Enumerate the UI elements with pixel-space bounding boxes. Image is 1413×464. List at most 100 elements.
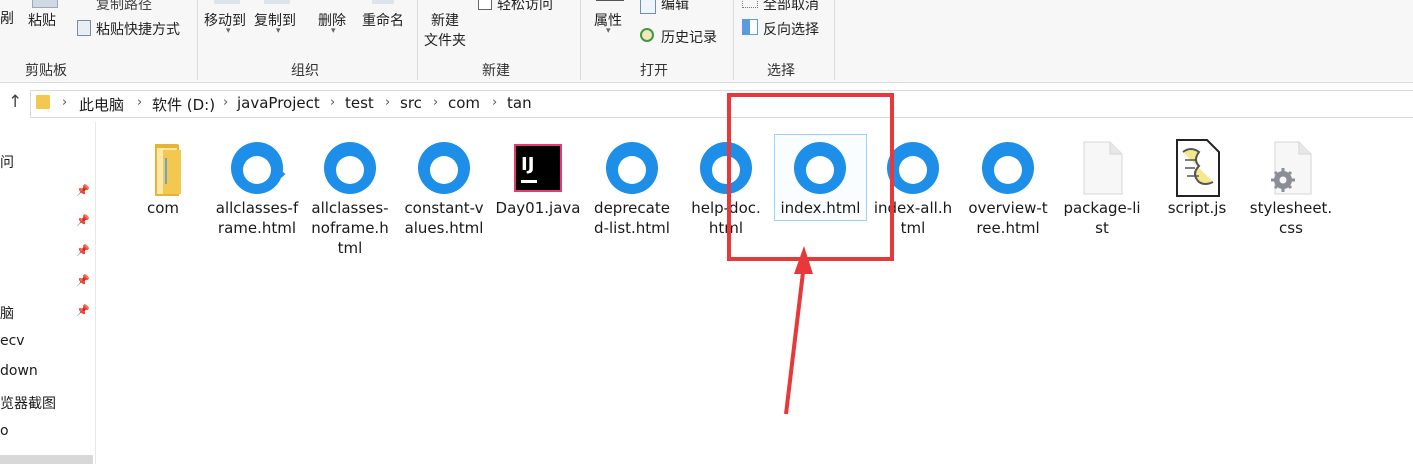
css-file-icon xyxy=(1271,141,1312,195)
pin-icon[interactable]: 📌 xyxy=(76,244,90,257)
file-name: allclasses-f rame.html xyxy=(215,199,299,237)
copy-to-icon xyxy=(264,0,290,4)
blank-file-icon xyxy=(1083,141,1123,195)
pin-icon[interactable]: 📌 xyxy=(76,274,90,287)
easy-access-checkbox-icon[interactable] xyxy=(478,0,492,10)
paste-shortcut-button[interactable]: 粘贴快捷方式 xyxy=(96,19,180,39)
invert-selection-icon xyxy=(742,19,758,35)
new-folder-button[interactable]: 新建 xyxy=(431,10,459,30)
file-item-constant-values[interactable]: constant-v alues.html xyxy=(398,134,490,264)
select-group-label: 选择 xyxy=(767,63,795,79)
chevron-right-icon[interactable]: › xyxy=(137,95,142,110)
file-name: Day01.java xyxy=(495,199,581,217)
folder-small-icon xyxy=(36,95,50,109)
folder-icon xyxy=(155,144,181,196)
file-name: package-li st xyxy=(1063,199,1141,237)
chevron-right-icon[interactable]: › xyxy=(433,95,438,110)
file-item-com[interactable]: com xyxy=(117,134,209,264)
breadcrumb-javaproject[interactable]: javaProject xyxy=(237,94,320,112)
edit-icon xyxy=(640,0,656,14)
ribbon-separator xyxy=(417,0,418,80)
file-name: script.js xyxy=(1167,199,1227,217)
chevron-right-icon[interactable]: › xyxy=(492,95,497,110)
pin-icon[interactable]: 📌 xyxy=(76,214,90,227)
breadcrumb-tan[interactable]: tan xyxy=(507,94,532,112)
pin-icon[interactable]: 📌 xyxy=(76,304,90,317)
ribbon: 剐 粘贴 复制路径 粘贴快捷方式 剪贴板 移动到 ▾ 复制到 ▾ 删除 ▾ 重命… xyxy=(0,0,1413,83)
browser-html-icon xyxy=(231,142,286,194)
chevron-right-icon[interactable]: › xyxy=(330,95,335,110)
nav-item[interactable]: down xyxy=(0,363,38,379)
file-item-allclasses-noframe[interactable]: allclasses- noframe.h tml xyxy=(304,134,396,264)
move-to-dropdown-icon[interactable]: ▾ xyxy=(226,26,231,36)
paste-button[interactable]: 粘贴 xyxy=(28,10,56,30)
copy-path-button[interactable]: 复制路径 xyxy=(96,0,152,14)
file-name: stylesheet. css xyxy=(1249,199,1333,237)
paste-shortcut-icon xyxy=(77,20,91,36)
breadcrumb-src[interactable]: src xyxy=(400,94,422,112)
annotation-arrow-icon xyxy=(784,246,813,415)
file-item-deprecated-list[interactable]: deprecate d-list.html xyxy=(586,134,678,264)
edit-button[interactable]: 编辑 xyxy=(661,0,689,14)
nav-item[interactable]: 览器截图 xyxy=(0,393,56,413)
move-to-button[interactable]: 移动到 xyxy=(204,10,246,30)
intellij-icon: IJ xyxy=(514,144,562,192)
history-icon xyxy=(640,28,654,42)
ribbon-separator xyxy=(580,0,581,80)
paste-icon xyxy=(32,0,58,8)
nav-item[interactable]: 脑 xyxy=(0,303,14,323)
select-none-button[interactable]: 全部取消 xyxy=(763,0,819,14)
clipboard-group-label: 剪贴板 xyxy=(25,63,67,79)
new-folder-button-line2[interactable]: 文件夹 xyxy=(424,30,466,50)
file-name: com xyxy=(146,199,180,217)
file-item-stylesheet-css[interactable]: stylesheet. css xyxy=(1245,134,1337,264)
file-name: allclasses- noframe.h tml xyxy=(311,199,389,257)
browser-html-icon xyxy=(324,142,376,194)
chevron-right-icon[interactable]: › xyxy=(223,95,228,110)
file-item-script-js[interactable]: script.js xyxy=(1151,134,1243,264)
browser-html-icon xyxy=(982,142,1034,194)
copy-to-button[interactable]: 复制到 xyxy=(254,10,296,30)
rename-button[interactable]: 重命名 xyxy=(362,10,404,30)
breadcrumb-this-pc[interactable]: 此电脑 xyxy=(79,94,124,115)
move-to-icon xyxy=(214,0,240,4)
breadcrumb-test[interactable]: test xyxy=(345,94,374,112)
browser-html-icon xyxy=(606,142,658,194)
file-item-package-list[interactable]: package-li st xyxy=(1056,134,1148,264)
chevron-right-icon[interactable]: › xyxy=(385,95,390,110)
select-none-icon xyxy=(742,0,758,8)
file-item-allclasses-frame[interactable]: allclasses-f rame.html xyxy=(211,134,303,264)
nav-item[interactable]: 问 xyxy=(0,152,14,172)
invert-selection-button[interactable]: 反向选择 xyxy=(763,19,819,39)
file-item-day01-java[interactable]: IJ Day01.java xyxy=(492,134,584,264)
copy-to-dropdown-icon[interactable]: ▾ xyxy=(276,26,281,36)
pin-icon[interactable]: 📌 xyxy=(76,184,90,197)
easy-access-button[interactable]: 轻松访问 xyxy=(497,0,553,14)
ribbon-separator xyxy=(733,0,734,80)
breadcrumb-drive-d[interactable]: 软件 (D:) xyxy=(152,94,215,115)
properties-icon xyxy=(596,0,624,1)
nav-item[interactable]: ecv xyxy=(0,333,25,349)
rename-icon xyxy=(372,0,394,4)
browser-html-icon xyxy=(418,142,470,194)
properties-dropdown-icon[interactable]: ▾ xyxy=(606,26,611,36)
nav-item[interactable]: o xyxy=(0,423,9,439)
delete-dropdown-icon[interactable]: ▾ xyxy=(331,26,336,36)
script-file-icon xyxy=(1176,139,1220,197)
nav-scroll-highlight[interactable] xyxy=(0,455,93,464)
chevron-right-icon[interactable]: › xyxy=(62,95,67,110)
new-group-label: 新建 xyxy=(482,63,510,79)
file-name: overview-t ree.html xyxy=(968,199,1048,237)
up-arrow-icon[interactable]: ↑ xyxy=(8,92,22,112)
cut-button-fragment[interactable]: 剐 xyxy=(0,8,14,28)
ribbon-separator xyxy=(197,0,198,80)
file-name: constant-v alues.html xyxy=(404,199,484,237)
breadcrumb-com[interactable]: com xyxy=(448,94,480,112)
ribbon-separator xyxy=(834,0,835,80)
easy-access-dropdown-icon[interactable]: ▾ xyxy=(563,0,568,2)
svg-text:IJ: IJ xyxy=(521,154,534,175)
annotation-highlight-box xyxy=(727,93,894,261)
organize-group-label: 组织 xyxy=(291,63,319,79)
file-item-overview-tree[interactable]: overview-t ree.html xyxy=(962,134,1054,264)
history-button[interactable]: 历史记录 xyxy=(661,27,717,47)
